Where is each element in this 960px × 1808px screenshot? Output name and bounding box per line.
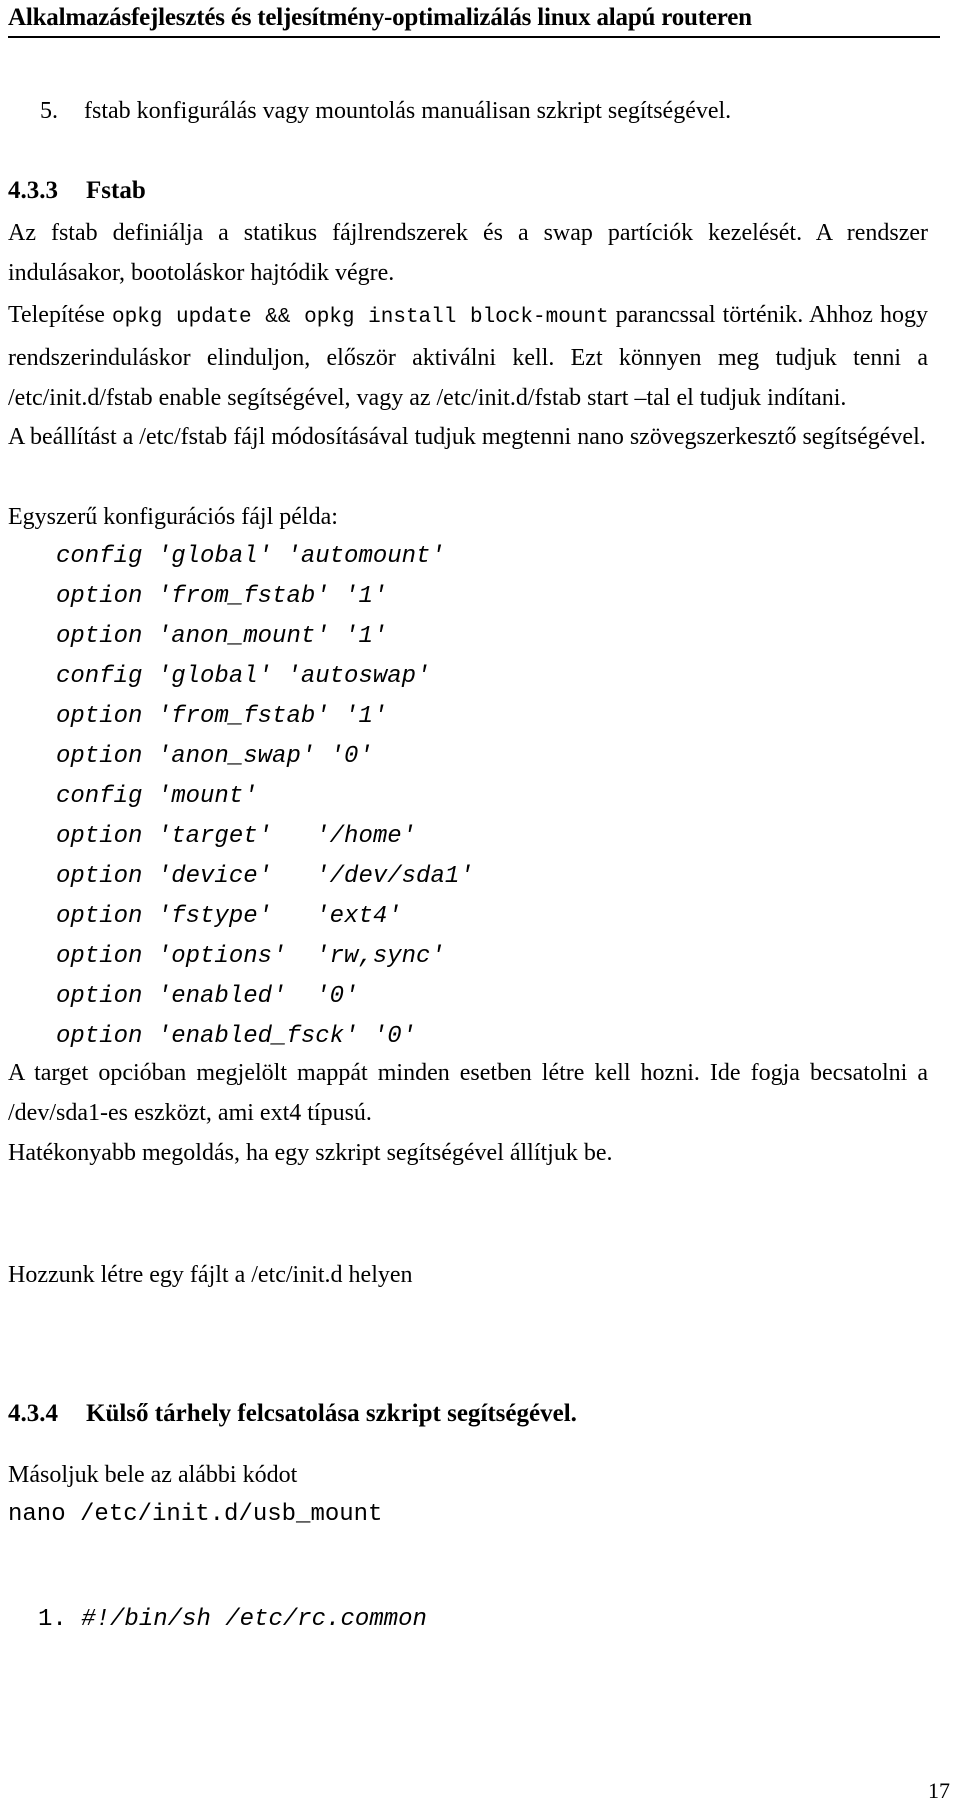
paragraph-create-file: Hozzunk létre egy fájlt a /etc/init.d he… — [8, 1262, 413, 1288]
paragraph-config-example-label: Egyszerű konfigurációs fájl példa: — [8, 504, 338, 530]
paragraph-target-note: A target opcióban megjelölt mappát minde… — [8, 1060, 928, 1126]
list-item-label: fstab konfigurálás vagy mountolás manuál… — [84, 98, 732, 124]
code-line-text: #!/bin/sh /etc/rc.common — [81, 1606, 427, 1633]
section-heading-434: 4.3.4 Külső tárhely felcsatolása szkript … — [8, 1398, 577, 1429]
running-header: Alkalmazásfejlesztés és teljesítmény-opt… — [8, 4, 752, 31]
page-number: 17 — [928, 1778, 950, 1803]
list-item-number: 5. — [40, 98, 58, 124]
paragraph-script-note: Hatékonyabb megoldás, ha egy szkript seg… — [8, 1140, 613, 1166]
code-block-shebang: 1. #!/bin/sh /etc/rc.common — [38, 1600, 427, 1640]
code-command-nano: nano /etc/init.d/usb_mount — [8, 1501, 383, 1528]
paragraph-install: Telepítése opkg update && opkg install b… — [8, 295, 928, 418]
numbered-list-item: 5. fstab konfigurálás vagy mountolás manu… — [40, 96, 930, 127]
code-line-number: 1. — [38, 1606, 67, 1633]
code-block-config-example: config 'global' 'automount' option 'from… — [56, 543, 474, 1050]
section-heading-433: 4.3.3 Fstab — [8, 175, 146, 206]
paragraph-edit-fstab: A beállítást a /etc/fstab fájl módosítás… — [8, 424, 926, 450]
section-title-433: Fstab — [86, 177, 146, 204]
inline-code-opkg: opkg update && opkg install block-mount — [111, 306, 609, 329]
header-rule — [8, 36, 940, 38]
section-title-434: Külső tárhely felcsatolása szkript segít… — [86, 1400, 577, 1427]
paragraph-fstab-intro: Az fstab definiálja a statikus fájlrends… — [8, 220, 928, 286]
paragraph-copy-code: Másoljuk bele az alábbi kódot — [8, 1462, 298, 1488]
section-number-433: 4.3.3 — [8, 177, 58, 204]
document-page: Alkalmazásfejlesztés és teljesítmény-opt… — [0, 0, 960, 1808]
paragraph-install-pre: Telepítése — [8, 302, 112, 328]
section-number-434: 4.3.4 — [8, 1400, 58, 1427]
